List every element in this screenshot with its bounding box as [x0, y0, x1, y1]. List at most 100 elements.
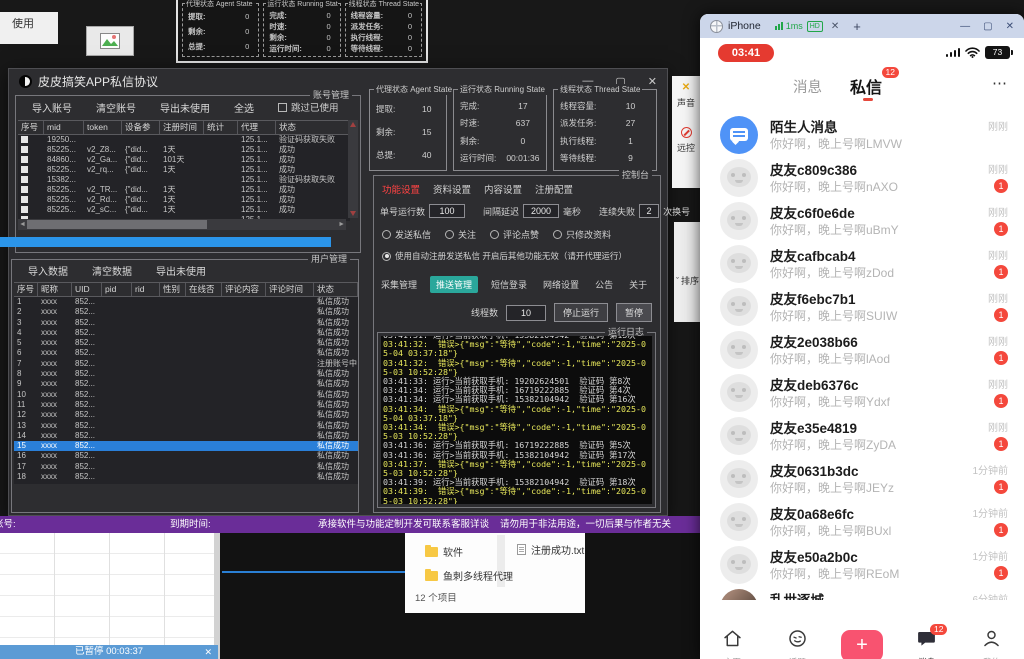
- tab-bar-item-消息[interactable]: 消息12: [894, 624, 959, 659]
- user-row[interactable]: 2xxxx852...私信成功: [14, 307, 358, 317]
- chat-item[interactable]: 陌生人消息你好啊，晚上号啊LMVW刚刚: [700, 114, 1024, 157]
- row-checkbox[interactable]: [18, 145, 44, 155]
- remote-control-icon[interactable]: [681, 127, 692, 138]
- iphone-tab-bar[interactable]: iPhone 1ms HD ✕ + — ▢ ✕: [700, 14, 1024, 38]
- scroll-right-icon[interactable]: ►: [338, 219, 345, 230]
- user-row[interactable]: 14xxxx852...私信成功: [14, 431, 358, 441]
- console-bottom-tab[interactable]: 短信登录: [488, 276, 530, 293]
- folder-item[interactable]: 软件: [425, 544, 463, 559]
- row-checkbox[interactable]: [18, 205, 44, 215]
- account-row[interactable]: 85225...v2_sC...{"did...1天125.1...成功: [18, 205, 350, 215]
- user-row[interactable]: 12xxxx852...私信成功: [14, 410, 358, 420]
- account-row[interactable]: 15382...125.1...验证码获取失败: [18, 175, 350, 185]
- account-vertical-scrollbar[interactable]: [348, 120, 358, 218]
- file-item[interactable]: 注册成功.txt: [517, 542, 584, 557]
- user-row[interactable]: 11xxxx852...私信成功: [14, 400, 358, 410]
- clear-accounts-button[interactable]: 清空账号: [96, 100, 136, 115]
- sort-control[interactable]: ˇ排序: [676, 274, 699, 287]
- clear-data-button[interactable]: 清空数据: [92, 263, 132, 278]
- account-row[interactable]: 85225...v2_Rd...{"did...1天125.1...成功: [18, 195, 350, 205]
- user-row[interactable]: 15xxxx852...私信成功: [14, 441, 358, 451]
- iphone-maximize-button[interactable]: ▢: [983, 21, 992, 32]
- iphone-close-button[interactable]: ✕: [1006, 21, 1014, 32]
- thread-count-input[interactable]: [506, 305, 546, 321]
- scrollbar-thumb[interactable]: [27, 220, 207, 229]
- mode-radio[interactable]: 关注: [445, 228, 476, 241]
- account-horizontal-scrollbar[interactable]: ◄ ►: [18, 219, 346, 230]
- tab-bar-item-话题[interactable]: 话题: [765, 624, 830, 659]
- scroll-left-icon[interactable]: ◄: [19, 219, 26, 230]
- fail-input[interactable]: [639, 204, 659, 218]
- console-bottom-tab[interactable]: 推送管理: [430, 276, 478, 293]
- console-tab[interactable]: 资料设置: [433, 182, 471, 196]
- console-bottom-tab[interactable]: 公告: [592, 276, 616, 293]
- user-row[interactable]: 18xxxx852...私信成功: [14, 472, 358, 482]
- import-accounts-button[interactable]: 导入账号: [32, 100, 72, 115]
- tab-bar-item-主页[interactable]: 主页: [700, 624, 765, 659]
- console-tab[interactable]: 注册配置: [535, 182, 573, 196]
- row-checkbox[interactable]: [18, 185, 44, 195]
- export-unused-button[interactable]: 导出未使用: [160, 100, 210, 115]
- more-menu-icon[interactable]: ⋯: [992, 74, 1008, 92]
- tab-bar-item-create[interactable]: +: [830, 624, 895, 659]
- chat-item[interactable]: 皮友deb6376c你好啊，晚上号啊Ydxf刚刚1: [700, 372, 1024, 415]
- run-log-view[interactable]: 03:41:31: 运行>当前获取手机: 15382104942 验证码 第15…: [381, 336, 652, 504]
- row-checkbox[interactable]: [18, 155, 44, 165]
- chat-item[interactable]: 皮友c6f0e6de你好啊，晚上号啊uBmY刚刚1: [700, 200, 1024, 243]
- auto-register-radio[interactable]: 使用自动注册发送私信 开启后其他功能无效（请开代理运行）: [382, 250, 627, 262]
- row-checkbox[interactable]: [18, 175, 44, 185]
- export-unused-data-button[interactable]: 导出未使用: [156, 263, 206, 278]
- row-checkbox[interactable]: [18, 165, 44, 175]
- interval-input[interactable]: [523, 204, 559, 218]
- background-button-fragment[interactable]: 使用: [0, 12, 58, 44]
- user-row[interactable]: 3xxxx852...私信成功: [14, 318, 358, 328]
- user-row[interactable]: 5xxxx852...私信成功: [14, 338, 358, 348]
- mode-radio[interactable]: 只修改资料: [553, 228, 611, 241]
- tab-bar-item-我的[interactable]: 我的: [959, 624, 1024, 659]
- chat-item[interactable]: 皮友cafbcab4你好啊，晚上号啊zDod刚刚1: [700, 243, 1024, 286]
- console-bottom-tab[interactable]: 网络设置: [540, 276, 582, 293]
- account-row[interactable]: 85225...v2_Z8...{"did...1天125.1...成功: [18, 145, 350, 155]
- import-data-button[interactable]: 导入数据: [28, 263, 68, 278]
- skip-used-checkbox[interactable]: 跳过已使用: [278, 100, 339, 114]
- user-row[interactable]: 10xxxx852...私信成功: [14, 390, 358, 400]
- user-row[interactable]: 16xxxx852...私信成功: [14, 451, 358, 461]
- per-account-input[interactable]: [429, 204, 465, 218]
- tab-messages[interactable]: 消息: [793, 76, 822, 97]
- user-row[interactable]: 13xxxx852...私信成功: [14, 421, 358, 431]
- console-tab[interactable]: 内容设置: [484, 182, 522, 196]
- chat-item[interactable]: 皮友e35e4819你好啊，晚上号啊ZyDA刚刚1: [700, 415, 1024, 458]
- close-button[interactable]: ✕: [648, 75, 657, 88]
- tab-close-icon[interactable]: ✕: [831, 21, 839, 32]
- iphone-minimize-button[interactable]: —: [960, 21, 970, 32]
- chat-item[interactable]: 皮友c809c386你好啊，晚上号啊nAXO刚刚1: [700, 157, 1024, 200]
- chat-item[interactable]: 皮友0631b3dc你好啊，晚上号啊JEYz1分钟前1: [700, 458, 1024, 501]
- sound-label[interactable]: 声音: [677, 96, 695, 109]
- console-bottom-tab[interactable]: 采集管理: [378, 276, 420, 293]
- tab-private-messages[interactable]: 私信12: [850, 74, 882, 98]
- mode-radio[interactable]: 发送私信: [382, 228, 431, 241]
- user-row[interactable]: 6xxxx852...私信成功: [14, 348, 358, 358]
- chat-item[interactable]: 皮友0a68e6fc你好啊，晚上号啊BUxl1分钟前1: [700, 501, 1024, 544]
- select-all-button[interactable]: 全选: [234, 100, 254, 115]
- account-row[interactable]: 85225...v2_TR...{"did...1天125.1...成功: [18, 185, 350, 195]
- pause-button[interactable]: 暂停: [616, 303, 652, 322]
- chat-item[interactable]: 乱世逐城6分钟前: [700, 587, 1024, 600]
- account-row[interactable]: 84860...v2_Ga...{"did...101天125.1...成功: [18, 155, 350, 165]
- row-checkbox[interactable]: [18, 195, 44, 205]
- user-row[interactable]: 7xxxx852...注册账号中: [14, 359, 358, 369]
- user-row[interactable]: 17xxxx852...私信成功: [14, 462, 358, 472]
- user-row[interactable]: 8xxxx852...私信成功: [14, 369, 358, 379]
- chat-item[interactable]: 皮友2e038b66你好啊，晚上号啊lAod刚刚1: [700, 329, 1024, 372]
- chat-item[interactable]: 皮友e50a2b0c你好啊，晚上号啊REoM1分钟前1: [700, 544, 1024, 587]
- row-checkbox[interactable]: [18, 135, 44, 145]
- account-row[interactable]: 85225...v2_rq...{"did...1天125.1...成功: [18, 165, 350, 175]
- new-tab-icon[interactable]: +: [853, 19, 861, 34]
- account-row[interactable]: 19250...125.1...验证码获取失败: [18, 135, 350, 145]
- remote-label[interactable]: 远控: [677, 141, 695, 154]
- console-bottom-tab[interactable]: 关于: [626, 276, 650, 293]
- user-row[interactable]: 9xxxx852...私信成功: [14, 379, 358, 389]
- chat-item[interactable]: 皮友f6ebc7b1你好啊，晚上号啊SUIW刚刚1: [700, 286, 1024, 329]
- emulator-close-icon[interactable]: ✕: [682, 82, 690, 93]
- image-tool-button[interactable]: [86, 26, 134, 56]
